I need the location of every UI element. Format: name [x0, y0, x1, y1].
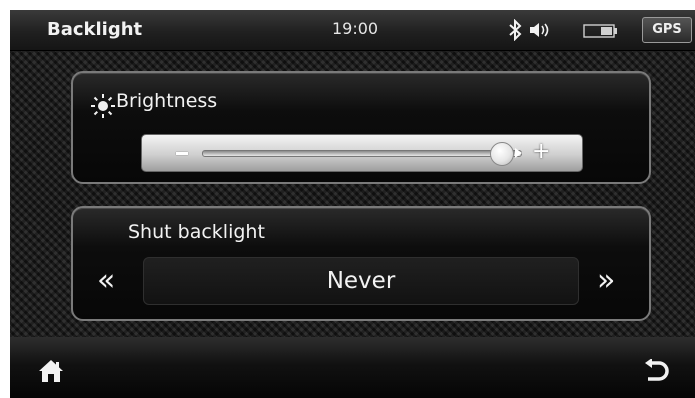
slider-rail[interactable]	[202, 150, 522, 157]
decrease-brightness-button[interactable]	[176, 152, 188, 155]
slider-thumb[interactable]	[489, 142, 514, 166]
battery-icon	[583, 24, 617, 38]
gps-button[interactable]: GPS	[642, 17, 692, 43]
brightness-slider[interactable]: +	[141, 134, 583, 172]
settings-area: Brightness + Shut backlight « Never »	[10, 51, 695, 337]
brightness-panel: Brightness +	[71, 71, 651, 184]
bottom-bar	[10, 337, 695, 398]
clock: 19:00	[332, 19, 379, 38]
play-arrow-icon	[515, 148, 522, 158]
next-option-button[interactable]: »	[597, 263, 615, 299]
bluetooth-icon	[509, 19, 522, 41]
brightness-label: Brightness	[116, 90, 218, 112]
page-title: Backlight	[47, 19, 143, 40]
previous-option-button[interactable]: «	[97, 263, 115, 299]
shut-backlight-value[interactable]: Never	[143, 257, 579, 305]
home-icon[interactable]	[38, 359, 64, 383]
shut-backlight-label: Shut backlight	[128, 221, 265, 243]
sun-icon	[91, 94, 115, 118]
back-icon[interactable]	[644, 359, 670, 383]
status-bar: Backlight 19:00 GPS	[10, 10, 695, 51]
volume-icon[interactable]	[529, 21, 555, 39]
shut-backlight-panel: Shut backlight « Never »	[71, 206, 651, 321]
increase-brightness-button[interactable]: +	[532, 139, 550, 165]
device-screen: Backlight 19:00 GPS Brightness + Shut ba…	[10, 10, 695, 398]
